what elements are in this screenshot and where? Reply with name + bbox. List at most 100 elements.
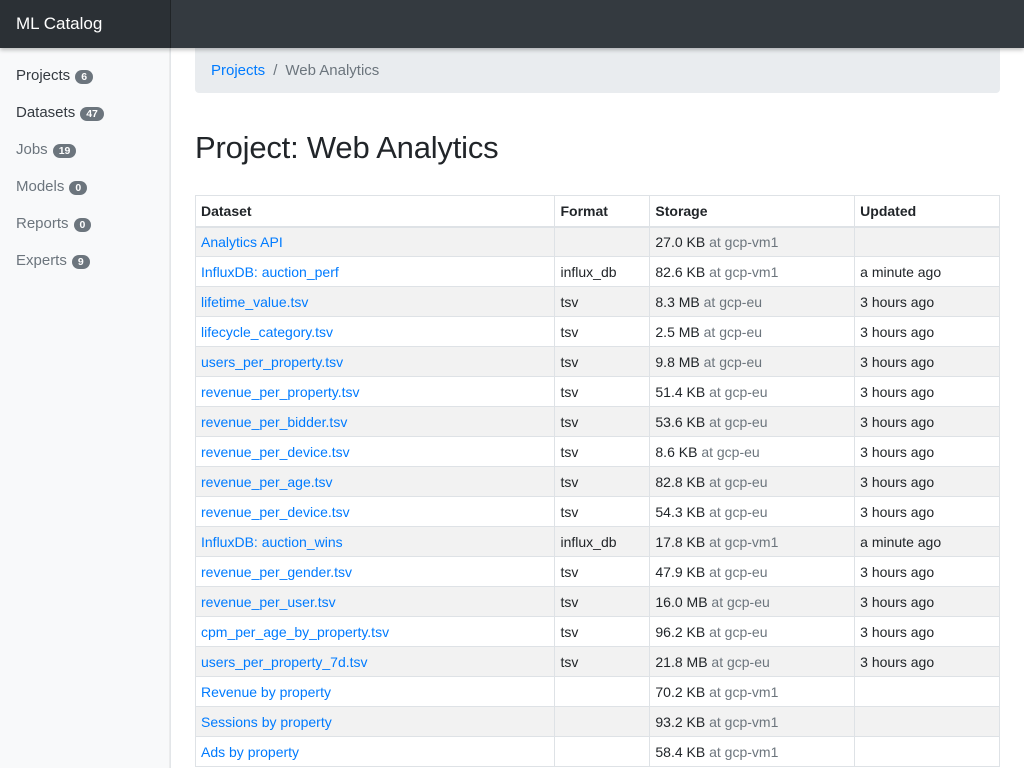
- updated-cell: 3 hours ago: [854, 436, 1000, 467]
- sidebar-item-label: Models: [16, 178, 65, 195]
- storage-location: at gcp-vm1: [709, 743, 779, 760]
- dataset-link[interactable]: users_per_property_7d.tsv: [201, 654, 368, 670]
- format-cell: tsv: [554, 616, 651, 647]
- format-cell: influx_db: [554, 256, 651, 287]
- dataset-cell: cpm_per_age_by_property.tsv: [194, 616, 556, 647]
- dataset-cell: users_per_property.tsv: [194, 346, 556, 377]
- format-cell: influx_db: [554, 526, 651, 557]
- storage-location: at gcp-eu: [703, 353, 763, 370]
- storage-size: 51.4 KB: [655, 383, 706, 400]
- storage-size: 8.6 KB: [655, 443, 698, 460]
- format-cell: tsv: [554, 376, 651, 407]
- sidebar-item-projects[interactable]: Projects 6: [0, 57, 170, 94]
- table-header-row: Dataset Format Storage Updated: [194, 195, 1000, 228]
- dataset-link[interactable]: lifecycle_category.tsv: [201, 324, 333, 340]
- storage-location: at gcp-eu: [703, 323, 763, 340]
- sidebar-item-reports[interactable]: Reports 0: [0, 205, 170, 242]
- dataset-cell: revenue_per_gender.tsv: [194, 556, 556, 587]
- sidebar-item-label: Projects: [16, 67, 71, 84]
- storage-cell: 82.6 KB at gcp-vm1: [649, 256, 856, 287]
- format-cell: tsv: [554, 286, 651, 317]
- updated-cell: 3 hours ago: [854, 496, 1000, 527]
- breadcrumb-current: Web Analytics: [285, 62, 380, 79]
- dataset-link[interactable]: revenue_per_property.tsv: [201, 384, 360, 400]
- storage-size: 93.2 KB: [655, 713, 706, 730]
- storage-cell: 27.0 KB at gcp-vm1: [649, 226, 856, 257]
- storage-size: 96.2 KB: [655, 623, 706, 640]
- storage-size: 9.8 MB: [655, 353, 700, 370]
- table-row: revenue_per_property.tsv tsv 51.4 KB at gc…: [194, 376, 1000, 407]
- storage-location: at gcp-vm1: [709, 263, 779, 280]
- dataset-cell: Revenue by property: [194, 676, 556, 707]
- storage-location: at gcp-vm1: [709, 683, 779, 700]
- dataset-link[interactable]: Analytics API: [201, 234, 283, 250]
- sidebar-item-label: Reports: [16, 215, 69, 232]
- dataset-link[interactable]: Revenue by property: [201, 684, 331, 700]
- dataset-link[interactable]: lifetime_value.tsv: [201, 294, 308, 310]
- table-row: cpm_per_age_by_property.tsv tsv 96.2 KB at…: [194, 616, 1000, 647]
- storage-location: at gcp-eu: [709, 473, 768, 490]
- dataset-link[interactable]: revenue_per_user.tsv: [201, 594, 336, 610]
- app-brand[interactable]: ML Catalog: [0, 0, 171, 48]
- updated-cell: [854, 736, 1000, 767]
- updated-cell: 3 hours ago: [854, 646, 1000, 677]
- count-badge: 19: [52, 143, 77, 158]
- table-row: Revenue by property 70.2 KB at gcp-vm1: [194, 676, 1000, 707]
- dataset-link[interactable]: revenue_per_bidder.tsv: [201, 414, 347, 430]
- sidebar-item-jobs[interactable]: Jobs 19: [0, 131, 170, 168]
- updated-cell: a minute ago: [854, 256, 1000, 287]
- dataset-link[interactable]: revenue_per_gender.tsv: [201, 564, 352, 580]
- format-cell: tsv: [554, 496, 651, 527]
- sidebar-item-datasets[interactable]: Datasets 47: [0, 94, 170, 131]
- dataset-cell: InfluxDB: auction_perf: [194, 256, 556, 287]
- dataset-link[interactable]: revenue_per_device.tsv: [201, 504, 350, 520]
- storage-cell: 9.8 MB at gcp-eu: [649, 346, 856, 377]
- dataset-link[interactable]: revenue_per_device.tsv: [201, 444, 350, 460]
- table-row: users_per_property_7d.tsv tsv 21.8 MB at g…: [194, 646, 1000, 677]
- count-badge: 47: [80, 106, 104, 121]
- updated-cell: 3 hours ago: [854, 556, 1000, 587]
- updated-cell: 3 hours ago: [854, 346, 1000, 377]
- storage-cell: 58.4 KB at gcp-vm1: [649, 736, 856, 767]
- updated-cell: [854, 706, 1000, 737]
- dataset-link[interactable]: revenue_per_age.tsv: [201, 474, 333, 490]
- column-header-storage: Storage: [649, 195, 856, 228]
- dataset-link[interactable]: InfluxDB: auction_wins: [201, 534, 343, 550]
- format-cell: [554, 226, 651, 257]
- dataset-cell: revenue_per_bidder.tsv: [194, 406, 556, 437]
- storage-location: at gcp-eu: [711, 593, 770, 610]
- format-cell: tsv: [554, 406, 651, 437]
- storage-size: 53.6 KB: [655, 413, 706, 430]
- table-row: revenue_per_bidder.tsv tsv 53.6 KB at gcp-…: [194, 406, 1000, 437]
- dataset-link[interactable]: InfluxDB: auction_perf: [201, 264, 339, 280]
- dataset-link[interactable]: users_per_property.tsv: [201, 354, 343, 370]
- breadcrumb-projects-link[interactable]: Projects: [211, 62, 265, 79]
- storage-cell: 2.5 MB at gcp-eu: [649, 316, 856, 347]
- storage-cell: 16.0 MB at gcp-eu: [649, 586, 856, 617]
- dataset-cell: Analytics API: [194, 226, 556, 257]
- storage-cell: 47.9 KB at gcp-eu: [649, 556, 856, 587]
- storage-cell: 96.2 KB at gcp-eu: [649, 616, 856, 647]
- format-cell: tsv: [554, 436, 651, 467]
- main-content: Projects / Web Analytics Project: Web Anal…: [194, 48, 1000, 767]
- updated-cell: 3 hours ago: [854, 316, 1000, 347]
- storage-size: 82.8 KB: [655, 473, 706, 490]
- dataset-cell: Sessions by property: [194, 706, 556, 737]
- format-cell: [554, 706, 651, 737]
- sidebar-item-experts[interactable]: Experts 9: [0, 242, 170, 279]
- updated-cell: [854, 676, 1000, 707]
- storage-size: 70.2 KB: [655, 683, 706, 700]
- dataset-link[interactable]: Sessions by property: [201, 714, 332, 730]
- storage-location: at gcp-eu: [703, 293, 763, 310]
- dataset-link[interactable]: cpm_per_age_by_property.tsv: [201, 624, 389, 640]
- storage-cell: 8.3 MB at gcp-eu: [649, 286, 856, 317]
- dataset-cell: users_per_property_7d.tsv: [194, 646, 556, 677]
- table-row: lifetime_value.tsv tsv 8.3 MB at gcp-eu 3 h…: [194, 286, 1000, 317]
- format-cell: tsv: [554, 646, 651, 677]
- dataset-link[interactable]: Ads by property: [201, 744, 299, 760]
- updated-cell: 3 hours ago: [854, 616, 1000, 647]
- dataset-cell: Ads by property: [194, 736, 556, 767]
- sidebar-item-models[interactable]: Models 0: [0, 168, 170, 205]
- dataset-cell: revenue_per_property.tsv: [194, 376, 556, 407]
- storage-location: at gcp-eu: [709, 383, 768, 400]
